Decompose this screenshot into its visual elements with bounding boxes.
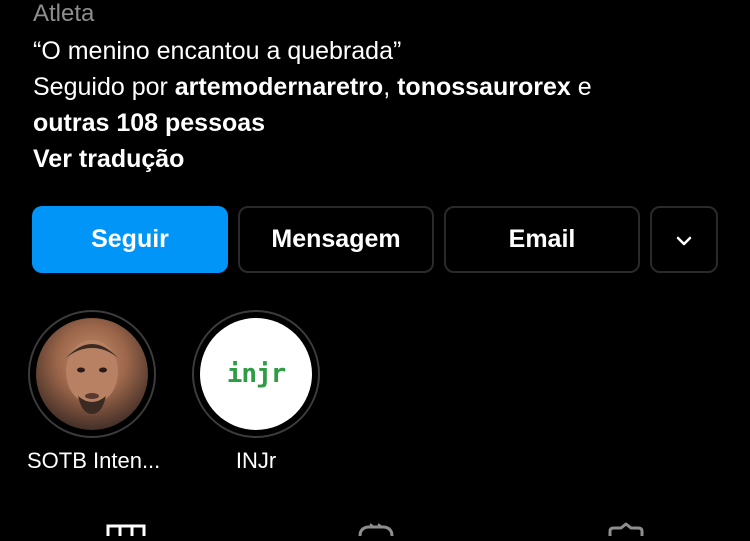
followed-others-link[interactable]: outras 108 pessoas <box>33 105 723 141</box>
followed-separator: , <box>383 73 391 101</box>
highlight-cover-photo <box>36 318 148 430</box>
highlight-ring <box>28 310 156 438</box>
reels-icon <box>356 523 396 540</box>
injr-logo: injr <box>200 318 312 430</box>
message-button[interactable]: Mensagem <box>238 206 434 273</box>
highlight-item-2[interactable]: injr INJr <box>191 310 321 474</box>
injr-logo-text: injr <box>226 359 287 389</box>
bio-quote: “O menino encantou a quebrada” <box>33 37 402 65</box>
followed-user-link-1[interactable]: artemodernaretro <box>175 73 383 101</box>
highlight-label: SOTB Inten... <box>27 448 161 473</box>
grid-icon <box>106 523 146 540</box>
see-translation-link[interactable]: Ver tradução <box>33 141 723 177</box>
tagged-icon <box>606 522 646 540</box>
highlight-item-1[interactable]: SOTB Inten... <box>27 310 161 474</box>
followed-user-link-2[interactable]: tonossaurorex <box>397 73 571 101</box>
follow-button[interactable]: Seguir <box>32 206 228 273</box>
tab-tagged[interactable] <box>606 522 646 536</box>
tab-posts[interactable] <box>106 522 146 540</box>
followed-by-line: Seguido por artemodernaretro, tonossauro… <box>33 69 723 105</box>
followed-conjunction: e <box>577 73 592 101</box>
chevron-down-icon <box>675 225 693 254</box>
profile-category: Atleta <box>33 0 95 27</box>
highlight-label: INJr <box>235 448 277 473</box>
tab-reels[interactable] <box>356 522 396 537</box>
suggested-accounts-button[interactable] <box>650 206 718 273</box>
profile-bio: “O menino encantou a quebrada” Seguido p… <box>33 33 723 177</box>
email-button[interactable]: Email <box>444 206 640 273</box>
followed-by-prefix: Seguido por <box>33 73 168 101</box>
highlight-ring: injr <box>192 310 320 438</box>
